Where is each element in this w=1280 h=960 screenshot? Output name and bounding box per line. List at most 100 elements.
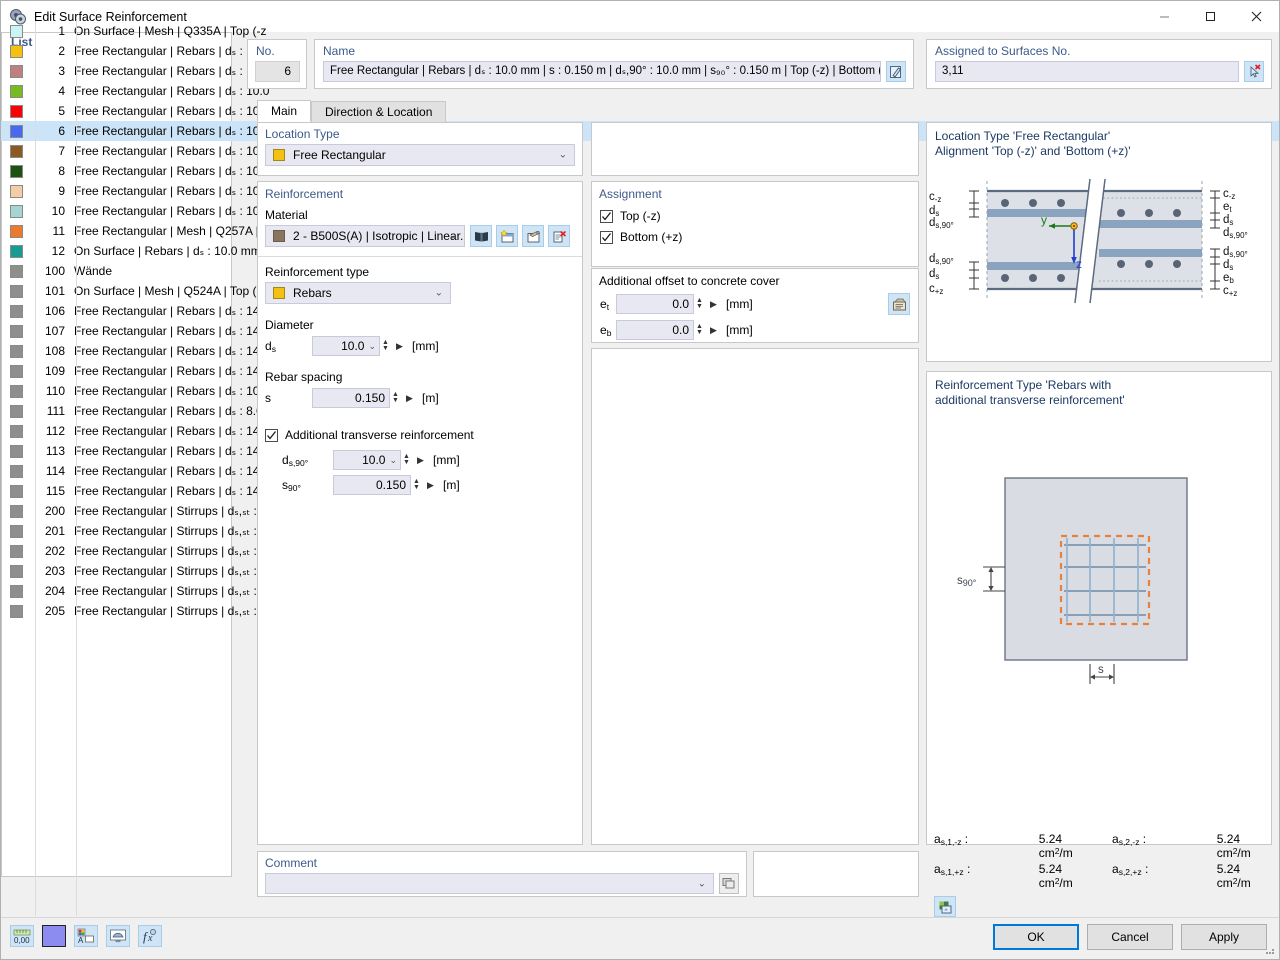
ds90-input[interactable]: 10.0 ⌄: [333, 450, 401, 470]
cancel-button[interactable]: Cancel: [1087, 924, 1173, 950]
list-item-number: 200: [44, 504, 65, 518]
units-icon[interactable]: 0,00: [10, 925, 34, 947]
library-icon[interactable]: [470, 225, 492, 247]
assignment-top-label: Top (-z): [620, 209, 661, 223]
et-input[interactable]: 0.0: [616, 294, 694, 314]
chevron-down-icon[interactable]: ⌄: [698, 878, 706, 889]
ds90-more-icon[interactable]: ▶: [414, 455, 427, 466]
svg-text:c+z: c+z: [929, 283, 943, 296]
tab-main[interactable]: Main: [257, 100, 312, 122]
delete-material-icon[interactable]: [548, 225, 570, 247]
new-material-icon[interactable]: [496, 225, 518, 247]
diameter-more-icon[interactable]: ▶: [393, 341, 406, 352]
plan-view-diagram: s90° s: [957, 477, 1188, 684]
eb-more-icon[interactable]: ▶: [707, 325, 720, 336]
diameter-spinner[interactable]: ▲ ▼: [380, 339, 391, 352]
list-item-color-swatch: [10, 84, 23, 98]
tab-direction-location[interactable]: Direction & Location: [311, 101, 447, 122]
display-properties-icon[interactable]: A: [74, 925, 98, 947]
assignment-bottom-checkbox[interactable]: [600, 230, 613, 244]
list-item-label: Free Rectangular | Rebars | dₛ : 14.0: [74, 324, 270, 338]
list-item-color-swatch: [10, 384, 23, 398]
ds90-symbol: ds,90°: [282, 452, 309, 468]
ds90-spinner[interactable]: ▲ ▼: [401, 453, 412, 466]
eb-spinner[interactable]: ▲ ▼: [694, 323, 705, 336]
list-item-label: Free Rectangular | Rebars | dₛ : 14.0: [74, 424, 270, 438]
list-item-label: On Surface | Mesh | Q524A | Top (-z: [74, 284, 267, 298]
list-item-label: Free Rectangular | Rebars | dₛ : 10.0: [74, 64, 270, 78]
assignment-top-checkbox[interactable]: [600, 209, 613, 223]
diameter-input[interactable]: 10.0 ⌄: [312, 336, 380, 356]
list-item-color-swatch: [10, 164, 23, 178]
chevron-down-icon[interactable]: ⌄: [389, 455, 397, 466]
edit-name-icon[interactable]: [886, 61, 906, 82]
et-spinner[interactable]: ▲ ▼: [694, 297, 705, 310]
color-swatch-icon[interactable]: [42, 925, 66, 947]
location-type-swatch: [273, 149, 285, 161]
et-unit: [mm]: [726, 297, 753, 311]
list-item-label: Free Rectangular | Mesh | Q257A |: [74, 224, 259, 238]
ok-button[interactable]: OK: [993, 924, 1079, 950]
reinforcement-type-swatch: [273, 287, 285, 299]
list-item-label: Free Rectangular | Rebars | dₛ : 14.0: [74, 444, 270, 458]
chevron-down-icon[interactable]: ⌄: [368, 341, 376, 352]
list-item-color-swatch: [10, 184, 23, 198]
s90-input[interactable]: 0.150: [333, 475, 411, 495]
as2-z-value: 5.24 cm2/m: [1216, 832, 1251, 860]
resize-grip-icon[interactable]: [1264, 944, 1276, 956]
list-item-color-swatch: [10, 324, 23, 338]
name-panel: Name Free Rectangular | Rebars | dₛ : 10…: [314, 39, 914, 89]
list-item-number: 112: [45, 424, 65, 438]
list-item[interactable]: 1 On Surface | Mesh | Q335A | Top (-z: [1, 21, 1279, 41]
location-type-label: Location Type: [265, 127, 340, 141]
list-item-label: Free Rectangular | Stirrups | dₛ,ₛₜ : 1: [74, 504, 267, 518]
et-more-icon[interactable]: ▶: [707, 299, 720, 310]
reinforcement-type-select[interactable]: Rebars ⌄: [265, 282, 451, 304]
assigned-input[interactable]: 3,11: [935, 61, 1239, 82]
s90-unit: [m]: [443, 478, 460, 492]
list-item-number: 2: [58, 44, 65, 58]
spacing-spinner[interactable]: ▲ ▼: [390, 391, 401, 404]
s90-more-icon[interactable]: ▶: [424, 480, 437, 491]
number-label: No.: [256, 44, 275, 58]
s90-spinner[interactable]: ▲ ▼: [411, 478, 422, 491]
svg-text:et: et: [1223, 201, 1232, 214]
diameter-label: Diameter: [265, 318, 314, 332]
name-input[interactable]: Free Rectangular | Rebars | dₛ : 10.0 mm…: [323, 61, 881, 82]
formula-icon[interactable]: f x: [138, 925, 162, 947]
spacing-more-icon[interactable]: ▶: [403, 393, 416, 404]
preview-location-panel: Location Type 'Free Rectangular' Alignme…: [926, 122, 1272, 362]
comment-copy-icon[interactable]: [719, 873, 739, 894]
list-item-label: Free Rectangular | Rebars | dₛ : 14.0: [74, 304, 270, 318]
material-select[interactable]: 2 - B500S(A) | Isotropic | Linear... ⌄: [265, 225, 465, 247]
eb-input[interactable]: 0.0: [616, 320, 694, 340]
list-item-number: 100: [44, 264, 65, 278]
location-type-panel: Location Type Free Rectangular ⌄: [257, 122, 583, 176]
list-item-label: Free Rectangular | Rebars | dₛ : 10.0: [74, 44, 270, 58]
cover-settings-icon[interactable]: [888, 293, 910, 315]
additional-transverse-checkbox[interactable]: [265, 428, 278, 442]
comment-input[interactable]: ⌄: [265, 873, 714, 894]
list-item-number: 6: [58, 124, 65, 138]
list-item-label: Free Rectangular | Rebars | dₛ : 10.0: [74, 384, 270, 398]
number-panel: No. 6: [247, 39, 307, 89]
export-image-icon[interactable]: [934, 896, 956, 917]
material-value: 2 - B500S(A) | Isotropic | Linear...: [293, 229, 464, 243]
list-item-number: 115: [45, 484, 65, 498]
list-item-label: Free Rectangular | Rebars | dₛ : 8.0: [74, 404, 263, 418]
material-swatch: [273, 230, 285, 242]
list-item[interactable]: 5 Free Rectangular | Rebars | dₛ : 10.0: [1, 101, 1279, 121]
location-type-select[interactable]: Free Rectangular ⌄: [265, 144, 575, 166]
apply-button[interactable]: Apply: [1181, 924, 1267, 950]
pick-surfaces-icon[interactable]: [1244, 61, 1264, 82]
reinforcement-panel: Reinforcement Material 2 - B500S(A) | Is…: [257, 181, 583, 845]
svg-text:ds: ds: [929, 268, 939, 281]
list-item-color-swatch: [10, 344, 23, 358]
spacing-input[interactable]: 0.150: [312, 388, 390, 408]
edit-material-icon[interactable]: [522, 225, 544, 247]
render-icon[interactable]: [106, 925, 130, 947]
list-item-label: Free Rectangular | Rebars | dₛ : 14.0: [74, 464, 270, 478]
preview-type-caption-line2: additional transverse reinforcement': [935, 393, 1125, 407]
reinforcement-section-title: Reinforcement: [265, 187, 344, 201]
list-item-color-swatch: [10, 444, 23, 458]
